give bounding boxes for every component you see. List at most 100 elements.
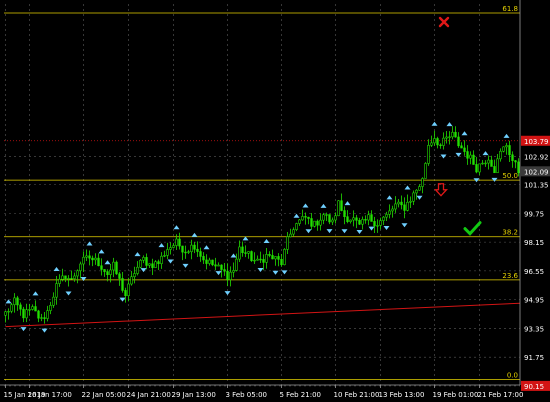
candle-body	[415, 189, 418, 194]
candle-body	[58, 278, 61, 284]
fractal-down-marker	[41, 328, 48, 333]
time-tick-label: 10 Feb 21:00	[334, 391, 380, 399]
candle-body	[355, 217, 358, 221]
candle-body	[43, 317, 46, 319]
candle-body	[430, 142, 433, 146]
fibo-level-label: 61.8	[502, 5, 518, 13]
candle-body	[469, 154, 472, 159]
candle-body	[46, 310, 49, 319]
candle-body	[508, 145, 511, 156]
candle-body	[487, 159, 490, 164]
price-tick-label: 102.92	[524, 153, 549, 161]
candle-body	[106, 271, 109, 275]
candle-body	[169, 247, 172, 250]
candle-body	[70, 278, 73, 280]
candle-body	[112, 261, 115, 271]
candle-body	[220, 264, 223, 270]
candle-body	[55, 283, 58, 298]
candle-body	[451, 131, 454, 138]
checkmark-icon	[463, 221, 482, 236]
candle-body	[331, 219, 334, 223]
fractal-up-marker	[5, 299, 12, 304]
fractal-down-marker	[167, 259, 174, 264]
fractal-up-marker	[173, 225, 180, 230]
time-tick-label: 19 Feb 01:00	[433, 391, 479, 399]
candle-body	[19, 304, 22, 310]
candle-body	[76, 270, 79, 277]
candle-body	[286, 236, 289, 250]
fractal-up-marker	[104, 260, 111, 265]
candle-body	[64, 275, 67, 280]
candle-body	[265, 254, 268, 263]
candle-body	[214, 264, 217, 267]
candle-body	[517, 161, 520, 174]
candle-body	[229, 271, 232, 280]
candle-body	[175, 238, 178, 246]
candle-body	[289, 233, 292, 238]
fractal-down-marker	[80, 276, 87, 281]
candle-body	[103, 269, 106, 272]
fractal-down-marker	[356, 229, 363, 234]
time-tick-label: 21 Feb 17:00	[478, 391, 524, 399]
candle-body	[373, 221, 376, 227]
candle-body	[307, 216, 310, 219]
time-tick-label: 13 Feb 13:00	[379, 391, 425, 399]
candle-body	[298, 219, 301, 224]
candle-body	[295, 223, 298, 230]
fractal-down-marker	[401, 223, 408, 228]
candle-body	[364, 219, 367, 221]
candle-body	[262, 259, 265, 263]
candle-body	[376, 225, 379, 227]
fractal-down-marker	[305, 229, 312, 234]
candle-body	[247, 251, 250, 254]
fractal-up-marker	[386, 195, 393, 200]
fractal-up-marker	[431, 121, 438, 126]
candle-body	[346, 216, 349, 222]
fractal-down-marker	[257, 267, 264, 272]
fractal-up-marker	[302, 203, 309, 208]
fibo-level-label: 50.0	[502, 172, 518, 180]
price-chart: 61.8 50.0 38.2 23.6 0.0 102.92 101.35 99.75 98.…	[0, 0, 550, 399]
candle-body	[358, 220, 361, 225]
candle-body	[190, 244, 193, 253]
fractal-down-marker	[416, 195, 423, 200]
candle-body	[409, 200, 412, 203]
candle-body	[394, 203, 397, 210]
candle-body	[223, 269, 226, 272]
candle-body	[52, 296, 55, 306]
price-tick-label: 98.15	[524, 239, 544, 247]
candle-body	[349, 219, 352, 222]
price-tick-label: 94.95	[524, 297, 544, 305]
candle-body	[502, 146, 505, 152]
candle-body	[301, 216, 304, 221]
candle-body	[49, 305, 52, 311]
candle-body	[493, 166, 496, 174]
candle-body	[235, 258, 238, 271]
candle-body	[304, 216, 307, 218]
price-tick-label: 91.75	[524, 354, 544, 362]
time-tick-label: 5 Feb 21:00	[280, 391, 321, 399]
candle-body	[463, 147, 466, 152]
candle-body	[403, 204, 406, 211]
time-tick-label: 24 Jan 21:00	[127, 391, 171, 399]
candle-body	[340, 200, 343, 211]
candle-body	[259, 258, 262, 261]
fractal-up-marker	[344, 201, 351, 206]
fractal-up-marker	[446, 122, 453, 127]
candle-body	[328, 214, 331, 223]
candle-body	[172, 245, 175, 248]
candle-body	[283, 249, 286, 266]
candle-body	[325, 214, 328, 216]
candle-body	[505, 145, 508, 148]
candle-body	[343, 210, 346, 217]
candle-body	[367, 214, 370, 221]
candle-body	[25, 309, 28, 319]
candle-body	[337, 200, 340, 217]
candle-body	[166, 249, 169, 256]
candle-body	[151, 263, 154, 268]
candle-body	[244, 252, 247, 254]
fibo-level-label: 38.2	[502, 229, 518, 237]
candle-body	[217, 264, 220, 267]
candle-body	[67, 278, 70, 280]
candle-body	[391, 208, 394, 212]
